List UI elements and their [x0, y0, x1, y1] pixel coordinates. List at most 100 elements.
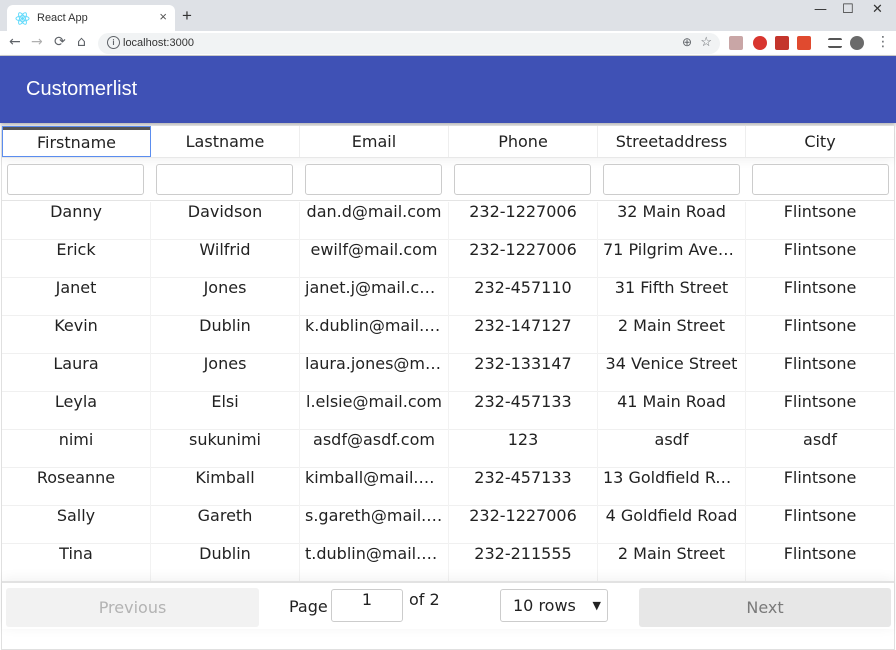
cell-city: Flintsone	[783, 392, 857, 411]
cell-firstname: Sally	[2, 506, 151, 544]
close-window-button[interactable]: ✕	[872, 2, 883, 17]
address-bar[interactable]: i localhost:3000 ⊕ ☆	[98, 33, 720, 54]
table-row[interactable]: Laura Jones laura.jones@mai... 232-13314…	[2, 354, 894, 392]
column-header-streetaddress[interactable]: Streetaddress	[598, 126, 746, 157]
cell-lastname: Davidson	[151, 202, 300, 240]
cell-firstname: Danny	[2, 202, 151, 240]
home-icon[interactable]: ⌂	[77, 34, 86, 50]
column-header-firstname[interactable]: Firstname	[2, 126, 151, 157]
rows-per-page-value: 10 rows	[513, 596, 576, 615]
cell-email: s.gareth@mail.c...	[300, 506, 449, 544]
cell-phone: 232-133147	[449, 354, 598, 392]
tab-strip: React App × + — ☐ ✕	[0, 0, 896, 32]
filter-input-phone[interactable]	[454, 164, 591, 195]
page-label: Page	[289, 597, 328, 616]
maximize-button[interactable]: ☐	[842, 2, 854, 17]
cell-firstname: Kevin	[2, 316, 151, 354]
table-row[interactable]: Roseanne Kimball kimball@mail.com 232-45…	[2, 468, 894, 506]
new-tab-button[interactable]: +	[182, 6, 192, 26]
cell-email: laura.jones@mai...	[300, 354, 449, 392]
column-header-phone[interactable]: Phone	[449, 126, 598, 157]
previous-button[interactable]: Previous	[6, 588, 259, 627]
profile-avatar[interactable]	[850, 36, 864, 50]
extension-ublock-icon[interactable]	[753, 36, 767, 50]
cell-phone: 232-1227006	[449, 202, 598, 240]
cell-lastname: Jones	[151, 354, 300, 392]
url-text: localhost:3000	[123, 37, 194, 49]
cell-streetaddress: 41 Main Road	[598, 392, 746, 430]
cell-firstname: Laura	[2, 354, 151, 392]
browser-chrome: React App × + — ☐ ✕ ← → ⟳ ⌂ i localhost:…	[0, 0, 896, 56]
filter-input-streetaddress[interactable]	[603, 164, 740, 195]
table-row[interactable]: Sally Gareth s.gareth@mail.c... 232-1227…	[2, 506, 894, 544]
cell-city: Flintsone	[783, 316, 857, 335]
minimize-button[interactable]: —	[814, 2, 827, 17]
cell-streetaddress: 2 Main Street	[598, 316, 746, 354]
extension-megaphone-icon[interactable]	[797, 36, 811, 50]
column-header-city[interactable]: City	[746, 126, 894, 157]
pagination-bar: Previous Page 1 of 2 10 rows ▼ Next	[2, 581, 894, 629]
cell-phone: 123	[449, 430, 598, 468]
total-pages-label: of 2	[409, 590, 440, 609]
rows-per-page-select[interactable]: 10 rows ▼	[500, 589, 608, 622]
cell-streetaddress: 13 Goldfield Road	[598, 468, 746, 506]
table-row[interactable]: Kevin Dublin k.dublin@mail.c... 232-1471…	[2, 316, 894, 354]
cell-lastname: sukunimi	[151, 430, 300, 468]
zoom-icon[interactable]: ⊕	[682, 35, 692, 49]
cell-city: Flintsone	[783, 506, 857, 525]
filter-input-lastname[interactable]	[156, 164, 293, 195]
cell-email: k.dublin@mail.c...	[300, 316, 449, 354]
cell-firstname: nimi	[2, 430, 151, 468]
filter-input-email[interactable]	[305, 164, 442, 195]
cell-firstname: Janet	[2, 278, 151, 316]
cell-firstname: Leyla	[2, 392, 151, 430]
cell-city: Flintsone	[783, 544, 857, 563]
cell-phone: 232-1227006	[449, 506, 598, 544]
extension-photo-icon[interactable]	[775, 36, 789, 50]
extension-pdf-icon[interactable]	[729, 36, 743, 50]
next-button[interactable]: Next	[639, 588, 891, 627]
table-row[interactable]: Erick Wilfrid ewilf@mail.com 232-1227006…	[2, 240, 894, 278]
cell-city: Flintsone	[783, 240, 857, 259]
cell-phone: 232-1227006	[449, 240, 598, 278]
filter-input-firstname[interactable]	[7, 164, 144, 195]
cell-email: asdf@asdf.com	[300, 430, 449, 468]
cell-streetaddress: 4 Goldfield Road	[598, 506, 746, 544]
cell-city: Flintsone	[783, 202, 857, 221]
column-header-lastname[interactable]: Lastname	[151, 126, 300, 157]
filter-row	[2, 159, 894, 201]
tab-close-icon[interactable]: ×	[159, 9, 167, 24]
customer-table: Firstname Lastname Email Phone Streetadd…	[1, 125, 895, 650]
forward-icon[interactable]: →	[31, 34, 43, 50]
bookmark-star-icon[interactable]: ☆	[700, 34, 712, 50]
cell-streetaddress: 34 Venice Street	[598, 354, 746, 392]
info-icon[interactable]: i	[107, 36, 120, 49]
column-header-email[interactable]: Email	[300, 126, 449, 157]
filter-input-city[interactable]	[752, 164, 889, 195]
reload-icon[interactable]: ⟳	[54, 34, 66, 50]
table-row[interactable]: Janet Jones janet.j@mail.com 232-457110 …	[2, 278, 894, 316]
browser-toolbar: ← → ⟳ ⌂ i localhost:3000 ⊕ ☆ ⋮	[0, 31, 896, 56]
cell-email: l.elsie@mail.com	[300, 392, 449, 430]
table-row[interactable]: Tina Dublin t.dublin@mail.co... 232-2115…	[2, 544, 894, 582]
cell-streetaddress: 71 Pilgrim Avenue	[598, 240, 746, 278]
cell-city: asdf	[803, 430, 837, 449]
cell-streetaddress: asdf	[598, 430, 746, 468]
cell-email: kimball@mail.com	[300, 468, 449, 506]
back-icon[interactable]: ←	[9, 34, 21, 50]
app-bar: Customerlist	[0, 56, 896, 123]
cell-email: dan.d@mail.com	[300, 202, 449, 240]
browser-tab[interactable]: React App ×	[7, 5, 175, 32]
cell-lastname: Elsi	[151, 392, 300, 430]
cell-lastname: Jones	[151, 278, 300, 316]
cell-phone: 232-211555	[449, 544, 598, 582]
cell-lastname: Wilfrid	[151, 240, 300, 278]
browser-menu-icon[interactable]: ⋮	[876, 34, 890, 50]
reading-list-icon[interactable]	[828, 38, 842, 48]
chevron-down-icon: ▼	[592, 599, 601, 612]
table-row[interactable]: Danny Davidson dan.d@mail.com 232-122700…	[2, 202, 894, 240]
cell-firstname: Erick	[2, 240, 151, 278]
page-number-input[interactable]: 1	[331, 589, 403, 622]
table-row[interactable]: nimi sukunimi asdf@asdf.com 123 asdf asd…	[2, 430, 894, 468]
table-row[interactable]: Leyla Elsi l.elsie@mail.com 232-457133 4…	[2, 392, 894, 430]
